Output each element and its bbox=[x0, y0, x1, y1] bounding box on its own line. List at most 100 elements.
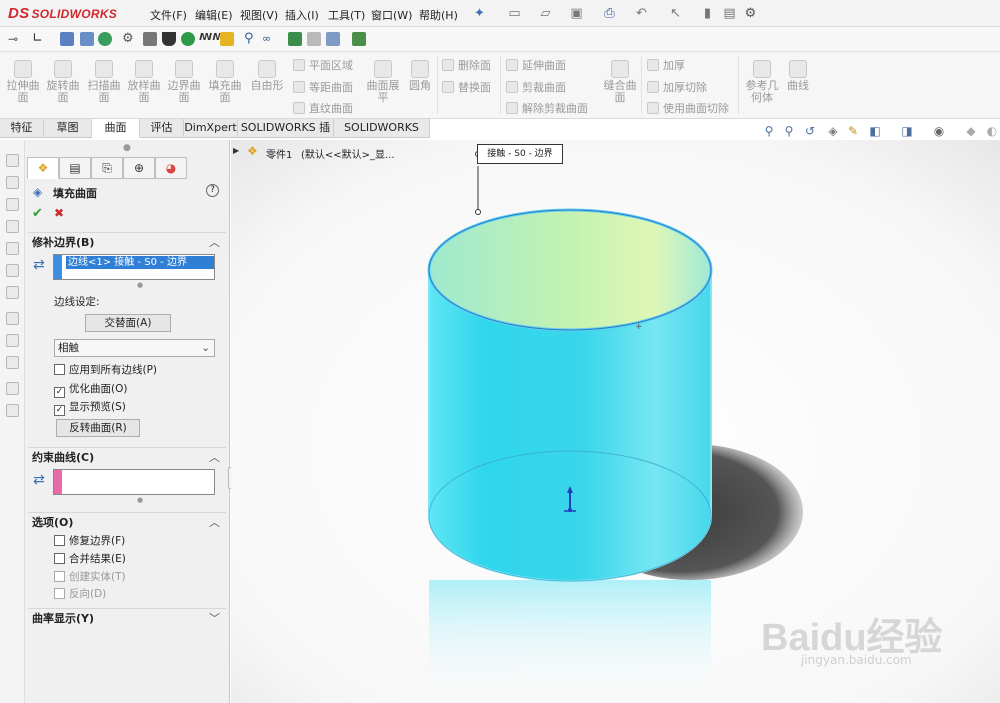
thicken-button[interactable]: 加厚 bbox=[647, 57, 685, 73]
graphics-area[interactable]: + ▶ ❖ 零件1 (默认<<默认>_显... 接触 - S0 - 边界 Bai… bbox=[231, 140, 1000, 703]
planar-surface-button[interactable]: 平面区域 bbox=[293, 57, 353, 73]
zoom-to-fit-icon[interactable]: ⚲ bbox=[762, 124, 776, 138]
section-constraint-curves[interactable]: 约束曲线(C) ︿ bbox=[28, 447, 226, 467]
collapse-chevron-icon[interactable]: ︿ bbox=[209, 448, 220, 468]
menu-view[interactable]: 视图(V) bbox=[240, 7, 278, 23]
display-style-icon[interactable]: ◨ bbox=[900, 124, 914, 138]
tab-surfaces[interactable]: 曲面 bbox=[92, 119, 140, 138]
delete-face-button[interactable]: 删除面 bbox=[442, 57, 491, 73]
scene-icon[interactable]: ◐ bbox=[985, 124, 999, 138]
thickened-cut-button[interactable]: 加厚切除 bbox=[647, 79, 707, 95]
tab-dimxpert[interactable]: DimXpert bbox=[184, 119, 238, 138]
reverse-surface-button[interactable]: 反转曲面(R) bbox=[56, 419, 140, 437]
part-name[interactable]: 零件1 bbox=[266, 146, 292, 161]
extend-surface-button[interactable]: 延伸曲面 bbox=[506, 57, 566, 73]
component-icon[interactable] bbox=[143, 32, 157, 46]
print-preview-icon[interactable] bbox=[307, 32, 321, 46]
globe-icon[interactable] bbox=[98, 32, 112, 46]
section-options[interactable]: 选项(O) ︿ bbox=[28, 512, 226, 532]
network-icon[interactable] bbox=[80, 32, 94, 46]
tree-expand-arrow-icon[interactable]: ▶ bbox=[233, 146, 239, 155]
spreadsheet-icon[interactable] bbox=[352, 32, 366, 46]
bucket-icon[interactable] bbox=[162, 32, 176, 46]
menu-help[interactable]: 帮助(H) bbox=[419, 7, 458, 23]
ok-button[interactable]: ✔ bbox=[32, 206, 43, 221]
lofted-surface-button[interactable]: 放样曲 面 bbox=[127, 60, 161, 104]
marker-icon[interactable] bbox=[181, 32, 195, 46]
save-icon[interactable]: ▣ bbox=[569, 6, 584, 21]
collapse-chevron-icon[interactable]: ︿ bbox=[209, 233, 220, 253]
knit-surface-button[interactable]: 缝合曲 面 bbox=[602, 60, 638, 104]
freeform-button[interactable]: 自由形 bbox=[248, 60, 286, 92]
curvature-control-select[interactable]: 相触 ⌄ bbox=[54, 339, 215, 357]
fix-boundary-checkbox[interactable]: 修复边界(F) bbox=[54, 533, 125, 548]
options-gear-icon[interactable]: ⚙ bbox=[743, 6, 758, 21]
boundary-selection-list[interactable]: 边线<1> 接触 - S0 - 边界 bbox=[53, 254, 215, 280]
strip-tool-icon[interactable] bbox=[6, 286, 19, 299]
menu-edit[interactable]: 编辑(E) bbox=[195, 7, 233, 23]
binoculars-icon[interactable]: ∞ bbox=[262, 32, 271, 45]
merge-result-checkbox[interactable]: 合并结果(E) bbox=[54, 551, 126, 566]
section-patch-boundary[interactable]: 修补边界(B) ︿ bbox=[28, 232, 226, 252]
splitter-handle-icon[interactable]: ● bbox=[123, 143, 131, 153]
export-icon[interactable] bbox=[288, 32, 302, 46]
tab-solidworks-mbd[interactable]: SOLIDWORKS MBD bbox=[334, 119, 430, 152]
view-orientation-icon[interactable]: ◧ bbox=[868, 124, 882, 138]
open-icon[interactable]: ▱ bbox=[538, 6, 553, 21]
boundary-selection-item[interactable]: 边线<1> 接触 - S0 - 边界 bbox=[66, 256, 214, 269]
tab-feature-manager[interactable]: ❖ bbox=[27, 157, 59, 179]
tab-features[interactable]: 特征 bbox=[0, 119, 44, 138]
undo-icon[interactable]: ↶ bbox=[634, 6, 649, 21]
apply-all-edges-checkbox[interactable]: 应用到所有边线(P) bbox=[54, 362, 157, 377]
tab-dimxpert-manager[interactable]: ⊕ bbox=[123, 157, 155, 179]
menu-insert[interactable]: 插入(I) bbox=[285, 7, 319, 23]
image-icon[interactable] bbox=[326, 32, 340, 46]
optimize-surface-checkbox[interactable]: ✓ 优化曲面(O) bbox=[54, 381, 127, 398]
filled-surface-button[interactable]: 填充曲 面 bbox=[208, 60, 242, 104]
display-icon[interactable] bbox=[60, 32, 74, 46]
strip-tool-icon[interactable] bbox=[6, 220, 19, 233]
ruled-surface-button[interactable]: 直纹曲面 bbox=[293, 100, 353, 116]
cut-with-surface-button[interactable]: 使用曲面切除 bbox=[647, 100, 729, 116]
file-properties-icon[interactable]: ▤ bbox=[722, 6, 737, 21]
previous-view-icon[interactable]: ↺ bbox=[803, 124, 817, 138]
tab-property-manager[interactable]: ▤ bbox=[59, 157, 91, 179]
swept-surface-button[interactable]: 扫描曲 面 bbox=[87, 60, 121, 104]
curves-button[interactable]: 曲线 bbox=[784, 60, 812, 92]
hide-show-items-icon[interactable]: ◉ bbox=[932, 124, 946, 138]
section-view-icon[interactable]: ◈ bbox=[826, 124, 840, 138]
tab-display-manager[interactable]: ◕ bbox=[155, 157, 187, 179]
dynamic-annotation-icon[interactable]: ✎ bbox=[846, 124, 860, 138]
cross-section-icon[interactable] bbox=[220, 32, 234, 46]
pin-icon[interactable]: ✦ bbox=[472, 6, 487, 21]
strip-tool-icon[interactable] bbox=[6, 154, 19, 167]
cancel-button[interactable]: ✖ bbox=[54, 206, 64, 220]
zoom-area-icon[interactable]: ⚲ bbox=[782, 124, 796, 138]
list-resize-handle-icon[interactable]: ● bbox=[137, 281, 143, 289]
menu-tools[interactable]: 工具(T) bbox=[328, 7, 365, 23]
select-icon[interactable]: ↖ bbox=[668, 6, 683, 21]
boundary-surface-button[interactable]: 边界曲 面 bbox=[167, 60, 201, 104]
trim-surface-button[interactable]: 剪裁曲面 bbox=[506, 79, 566, 95]
settings-icon[interactable]: ⚙ bbox=[122, 31, 134, 46]
tab-sketch[interactable]: 草图 bbox=[44, 119, 92, 138]
menu-file[interactable]: 文件(F) bbox=[150, 7, 187, 23]
help-icon[interactable]: ? bbox=[206, 184, 219, 197]
expand-chevron-icon[interactable]: ﹀ bbox=[209, 609, 220, 629]
print-icon[interactable]: ⎙ bbox=[602, 6, 617, 21]
appearance-icon[interactable]: ◆ bbox=[964, 124, 978, 138]
fillet-button[interactable]: 圆角 bbox=[405, 60, 435, 92]
offset-surface-button[interactable]: 等距曲面 bbox=[293, 79, 353, 95]
strip-tool-icon[interactable] bbox=[6, 334, 19, 347]
alternate-face-button[interactable]: 交替面(A) bbox=[85, 314, 171, 332]
constraint-curves-list[interactable] bbox=[53, 469, 215, 495]
strip-tool-icon[interactable] bbox=[6, 176, 19, 189]
section-curvature-display[interactable]: 曲率显示(Y) ﹀ bbox=[28, 608, 226, 628]
flatten-surface-button[interactable]: 曲面展 平 bbox=[365, 60, 401, 104]
smart-dimension-icon[interactable]: ∟ bbox=[32, 31, 43, 46]
tab-solidworks-addins[interactable]: SOLIDWORKS 插件 bbox=[238, 119, 334, 152]
collapse-chevron-icon[interactable]: ︿ bbox=[209, 513, 220, 533]
reference-geometry-button[interactable]: 参考几 何体 bbox=[744, 60, 780, 104]
show-preview-checkbox[interactable]: ✓ 显示预览(S) bbox=[54, 399, 126, 416]
replace-face-button[interactable]: 替换面 bbox=[442, 79, 491, 95]
